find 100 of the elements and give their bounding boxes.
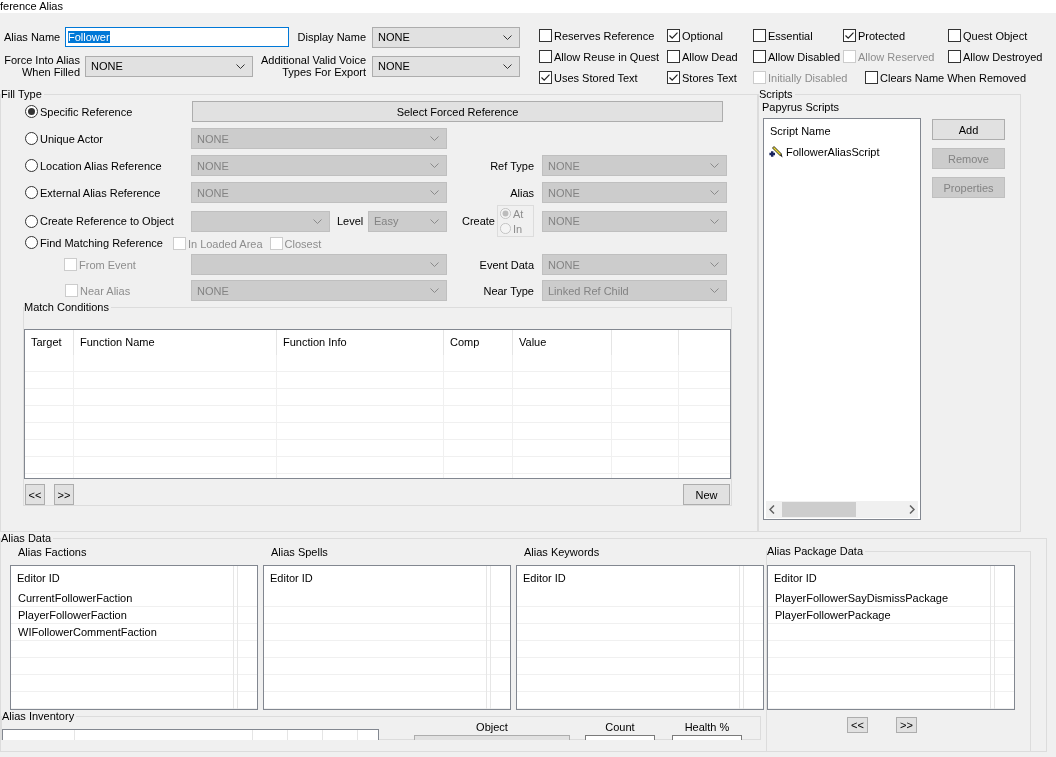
checkbox[interactable] [753,29,766,42]
pencil-plus-icon [769,145,783,158]
radio-label: In [513,222,523,235]
radio-button[interactable] [25,159,38,172]
checkbox-label: Uses Stored Text [554,71,638,84]
caret-icon [430,288,439,293]
caret-icon [430,190,439,195]
horizontal-scrollbar[interactable] [766,501,918,518]
scrollbar-thumb[interactable] [782,502,856,517]
new-button[interactable]: New [683,484,730,505]
checkbox[interactable] [539,50,552,63]
field-label: Alias [509,186,535,199]
radio-button[interactable] [25,214,38,228]
checkbox-label: Optional [682,29,723,42]
caret-icon [430,136,439,141]
section-title: Papyrus Scripts [761,101,841,114]
window-title: ference Alias [0,0,63,13]
column-header[interactable]: Function Name [74,330,277,355]
radio-button[interactable] [25,132,38,145]
list-item[interactable]: PlayerFollowerPackage [768,607,1014,624]
health-field[interactable] [672,735,742,740]
script-list-item[interactable]: FollowerAliasScript [764,143,920,160]
checkbox-label: Closest [284,237,322,250]
next-button[interactable]: >> [896,717,917,733]
column-header[interactable]: Editor ID [517,566,739,590]
checkbox[interactable] [865,71,878,84]
checkbox-label: Clears Name When Removed [880,71,1027,84]
caret-icon [710,288,719,293]
count-field[interactable] [585,735,655,740]
field-label: Create [461,215,495,227]
group-title: Match Conditions [24,301,110,314]
checkbox-label: Allow Destroyed [963,50,1043,63]
field-label: Object [476,721,508,733]
display-name-dropdown[interactable]: NONE [372,26,520,48]
checkbox[interactable] [948,29,961,42]
chevron-left-icon[interactable] [769,505,775,514]
checkbox[interactable] [539,29,552,42]
next-button[interactable]: >> [54,484,74,505]
checkbox-label: Near Alias [80,284,131,297]
column-header[interactable]: Comp [444,330,513,355]
select-forced-reference-button[interactable]: Select Forced Reference [192,101,723,122]
checkbox[interactable] [539,71,552,84]
checkbox-label: Allow Dead [682,50,738,63]
list-title: Alias Keywords [523,546,601,559]
list-item[interactable]: WIFollowerCommentFaction [11,624,257,641]
checkbox-label: Initially Disabled [768,71,848,84]
field-label: Health % [684,721,730,733]
checkbox[interactable] [667,71,680,84]
previous-button[interactable]: << [25,484,45,505]
force-into-alias-dropdown[interactable]: NONE [85,55,253,77]
field-label: Display Name [296,31,366,43]
column-header[interactable]: Function Info [277,330,444,355]
checkbox[interactable] [753,50,766,63]
column-header[interactable]: Script Name [764,119,920,143]
radio-label: Location Alias Reference [40,159,162,172]
column-header[interactable]: Editor ID [264,566,486,590]
previous-button[interactable]: << [847,717,868,733]
column-header[interactable]: Target [25,330,74,355]
group-title: Alias Data [1,532,53,545]
caret-icon [236,63,245,69]
radio-button[interactable] [25,186,38,199]
radio-label: Unique Actor [40,132,103,145]
checkbox-label: Quest Object [963,29,1028,42]
checkbox[interactable] [667,29,680,42]
field-label: Ref Type [489,159,535,172]
alias-name-field[interactable]: Follower [65,27,289,47]
field-label: Alias Name [3,31,62,43]
list-title: Alias Factions [17,546,88,559]
caret-icon [430,163,439,168]
list-item[interactable]: PlayerFollowerFaction [11,607,257,624]
caret-icon [430,218,439,224]
add-button[interactable]: Add [932,119,1005,140]
caret-icon [430,262,439,267]
caret-icon [710,262,719,267]
field-label: Additional Valid Voice Types For Export [260,54,366,78]
column-header[interactable]: Editor ID [768,566,990,590]
group-title: Scripts [759,88,794,101]
checkbox[interactable] [948,50,961,63]
column-header[interactable]: Value [513,330,612,355]
radio-button[interactable] [25,236,38,249]
checkbox-label: Allow Reserved [858,50,935,63]
checkbox[interactable] [667,50,680,63]
radio-label: External Alias Reference [40,186,161,199]
checkbox-label: Reserves Reference [554,29,655,42]
group-title: Fill Type [1,88,43,101]
radio-label: At [513,207,524,220]
list-item[interactable]: CurrentFollowerFaction [11,590,257,607]
list-item[interactable]: PlayerFollowerSayDismissPackage [768,590,1014,607]
voice-types-dropdown[interactable]: NONE [372,55,520,77]
chevron-right-icon[interactable] [909,505,915,514]
checkbox[interactable] [843,29,856,42]
field-label: Near Type [482,284,535,297]
radio-button[interactable] [25,105,38,118]
caret-icon [710,190,719,195]
checkbox-label: From Event [79,258,136,271]
checkbox-label: Protected [858,29,906,42]
column-header[interactable]: Editor ID [11,566,233,590]
caret-icon [313,218,322,224]
caret-icon [503,34,512,40]
group-title: Alias Package Data [767,545,864,558]
